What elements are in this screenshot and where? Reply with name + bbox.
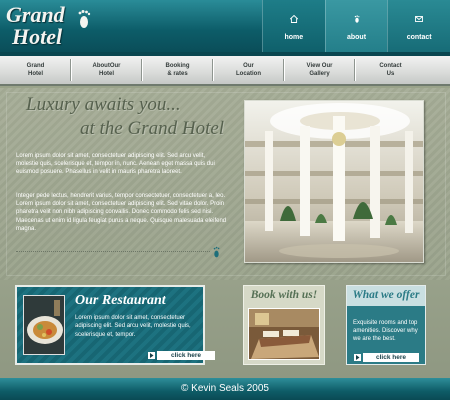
- main-nav-label: View Our: [306, 63, 333, 69]
- main-nav-label: AboutOur: [92, 63, 121, 69]
- restaurant-box: Our Restaurant Lorem ipsum dolor sit ame…: [15, 285, 215, 365]
- main-nav-label: Our: [243, 63, 254, 69]
- offer-description: Exquisite rooms and top amenities. Disco…: [353, 320, 418, 343]
- main-nav-grand-hotel[interactable]: Grand Hotel: [0, 56, 71, 84]
- logo-line2: Hotel: [12, 24, 63, 49]
- header: Grand Hotel home about contact: [0, 0, 450, 56]
- restaurant-description: Lorem ipsum dolor sit amet, consectetuer…: [75, 315, 191, 338]
- restaurant-click-here-button[interactable]: click here: [148, 351, 215, 360]
- main-nav: Grand Hotel AboutOur Hotel Booking & rat…: [0, 56, 450, 86]
- offer-box: What we offer Exquisite rooms and top am…: [346, 285, 426, 365]
- tagline-line2: at the Grand Hotel: [80, 118, 225, 139]
- arrow-right-icon: [148, 352, 155, 359]
- logo[interactable]: Grand Hotel: [4, 2, 94, 52]
- footprint-icon: [354, 15, 359, 23]
- top-nav-contact[interactable]: contact: [387, 0, 450, 52]
- offer-click-here-button[interactable]: click here: [354, 353, 419, 362]
- top-nav-about-label: about: [346, 34, 367, 41]
- main-nav-label: Booking: [165, 63, 190, 69]
- main-nav-view-gallery[interactable]: View Our Gallery: [284, 56, 355, 84]
- footprint-icon: [213, 246, 220, 258]
- intro-paragraph-2: Integer pede lectus, hendrerit varius, t…: [16, 193, 227, 232]
- main-nav-label: Location: [236, 71, 261, 77]
- main-nav-label: Hotel: [99, 71, 114, 77]
- main-nav-contact-us[interactable]: Contact Us: [355, 56, 426, 84]
- top-nav-contact-label: contact: [406, 34, 432, 41]
- top-nav-home[interactable]: home: [262, 0, 325, 52]
- main-nav-label: Contact: [379, 63, 402, 69]
- main-nav-label: Gallery: [309, 71, 330, 77]
- top-nav-about[interactable]: about: [324, 0, 388, 52]
- intro-paragraph: Lorem ipsum dolor sit amet, consectetuer…: [16, 153, 215, 176]
- top-nav-home-label: home: [284, 34, 304, 41]
- restaurant-click-here-label: click here: [171, 352, 201, 359]
- main-nav-label: Us: [386, 71, 395, 77]
- booking-box[interactable]: Book with us!: [243, 285, 325, 365]
- hotel-lobby-photo: [244, 100, 424, 263]
- main-nav-our-location[interactable]: Our Location: [213, 56, 284, 84]
- hotel-room-photo: [248, 308, 320, 360]
- restaurant-food-photo: [23, 295, 65, 355]
- dotted-divider: [16, 251, 210, 252]
- logo-line1: Grand: [6, 2, 65, 27]
- offer-click-here-label: click here: [376, 354, 406, 361]
- main-nav-label: Hotel: [28, 71, 43, 77]
- main-nav-about-our-hotel[interactable]: AboutOur Hotel: [71, 56, 142, 84]
- tagline-line1: Luxury awaits you...: [26, 94, 181, 115]
- main-nav-booking-rates[interactable]: Booking & rates: [142, 56, 213, 84]
- main-nav-label: & rates: [167, 71, 188, 77]
- house-icon: [289, 15, 298, 23]
- restaurant-title: Our Restaurant: [75, 293, 166, 308]
- footer-copyright: © Kevin Seals 2005: [181, 383, 269, 394]
- booking-title: Book with us!: [250, 289, 318, 301]
- footer: © Kevin Seals 2005: [0, 378, 450, 400]
- main-nav-label: Grand: [26, 63, 45, 69]
- offer-title: What we offer: [352, 289, 420, 301]
- arrow-right-icon: [354, 354, 361, 361]
- footprint-icon: [78, 10, 91, 28]
- top-nav: home about contact: [262, 0, 450, 52]
- lobby-illustration: [245, 101, 423, 262]
- envelope-icon: [415, 16, 424, 22]
